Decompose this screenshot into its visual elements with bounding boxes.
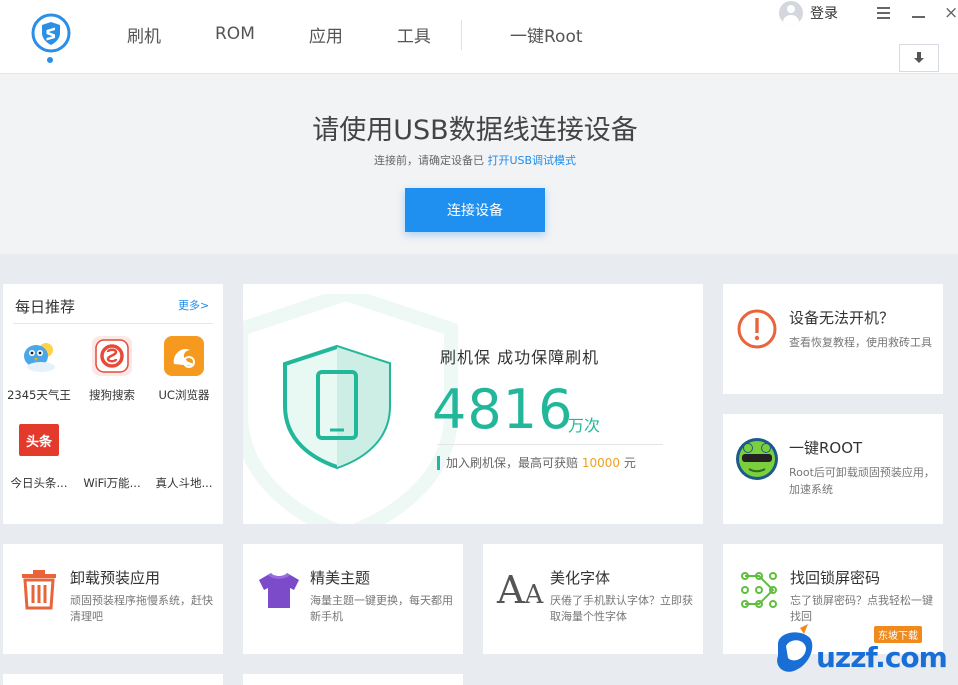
connect-device-button[interactable]: 连接设备 xyxy=(405,188,545,232)
uninstall-preinstalled-card[interactable]: 卸载预装应用 顽固预装程序拖慢系统，赶快清理吧 xyxy=(3,544,223,654)
hero-sub-prefix: 加入刷机保，最高可获赔 xyxy=(446,456,582,470)
download-icon[interactable] xyxy=(899,44,939,72)
app-label: WiFi万能... xyxy=(83,476,141,490)
shield-phone-icon xyxy=(283,344,391,470)
divider xyxy=(437,444,663,445)
login-label: 登录 xyxy=(810,6,838,22)
tool-title: 美化字体 xyxy=(550,569,611,587)
tool-desc: 顽固预装程序拖慢系统，赶快清理吧 xyxy=(70,594,213,623)
exclamation-icon xyxy=(737,309,777,349)
tab-tools[interactable]: 工具 xyxy=(370,22,458,47)
side-card-title: 设备无法开机？ xyxy=(789,309,895,327)
app-item[interactable]: 搜狗搜索 xyxy=(76,336,148,403)
tool-desc: 海量主题一键更换，每天都用新手机 xyxy=(310,594,453,623)
top-bar: 刷机 ROM 应用 工具 一键Root 登录 × xyxy=(0,0,958,74)
uc-squirrel-icon xyxy=(164,336,204,376)
watermark-logo-icon xyxy=(777,624,813,672)
app-label: 真人斗地... xyxy=(155,476,213,490)
banner-hint: 连接前，请确定设备已 打开USB调试模式 xyxy=(0,152,950,168)
banner-hint-text: 连接前，请确定设备已 xyxy=(373,154,484,167)
side-card-desc: 查看恢复教程，使用救砖工具 xyxy=(789,336,932,349)
active-indicator xyxy=(47,57,53,63)
font-icon: AA xyxy=(497,568,544,612)
font-glyph-large: A xyxy=(497,568,525,612)
app-item[interactable]: UC浏览器 xyxy=(148,336,220,403)
nav-divider xyxy=(461,20,462,50)
toutiao-icon: 头条 xyxy=(19,424,59,456)
card-partial xyxy=(243,674,463,685)
app-label: 2345天气王 xyxy=(7,388,71,402)
daily-title: 每日推荐 xyxy=(15,298,76,316)
main-nav: 刷机 ROM 应用 工具 xyxy=(100,0,458,68)
pattern-lock-icon xyxy=(741,572,777,608)
cannot-boot-card[interactable]: 设备无法开机？ 查看恢复教程，使用救砖工具 xyxy=(723,284,943,394)
hero-title: 刷机保 成功保障刷机 xyxy=(440,348,600,367)
usb-debug-link[interactable]: 打开USB调试模式 xyxy=(487,154,576,167)
hero-sub-suffix: 元 xyxy=(620,456,636,470)
trash-icon xyxy=(22,570,56,610)
menu-icon[interactable] xyxy=(875,4,893,22)
daily-recommend-panel: 每日推荐 更多> 2345天气王 搜狗搜索 UC浏览器 头条 今日头条... W… xyxy=(3,284,223,524)
tab-apps[interactable]: 应用 xyxy=(282,22,370,47)
card-game-icon xyxy=(164,424,204,464)
site-watermark: 东坡下载 uzzf.com xyxy=(770,620,958,685)
avatar-icon xyxy=(779,1,803,25)
app-item[interactable]: WiFi万能... xyxy=(76,424,148,491)
app-label: 今日头条... xyxy=(10,476,68,490)
banner-title: 请使用USB数据线连接设备 xyxy=(312,115,638,146)
root-frog-icon xyxy=(736,438,778,480)
side-card-title: 一键ROOT xyxy=(789,439,863,457)
login-button[interactable]: 登录 xyxy=(779,1,838,25)
card-partial xyxy=(3,674,223,685)
tab-one-click-root[interactable]: 一键Root xyxy=(510,22,583,47)
tool-title: 精美主题 xyxy=(310,569,371,587)
flash-insurance-card[interactable]: 刷机保 成功保障刷机 4816 万次 加入刷机保，最高可获赔 10000 元 xyxy=(243,284,703,524)
tool-desc: 厌倦了手机默认字体？立即获取海量个性字体 xyxy=(550,594,693,623)
wifi-icon xyxy=(92,424,132,464)
minimize-icon[interactable] xyxy=(912,4,930,22)
tool-title: 卸载预装应用 xyxy=(70,569,161,587)
one-click-root-card[interactable]: 一键ROOT Root后可卸载顽固预装应用，加速系统 xyxy=(723,414,943,524)
app-item[interactable]: 头条 今日头条... xyxy=(3,424,75,491)
tool-title: 找回锁屏密码 xyxy=(790,569,881,587)
tab-flash[interactable]: 刷机 xyxy=(100,22,188,47)
shield-logo-icon[interactable] xyxy=(31,13,71,53)
fonts-card[interactable]: AA 美化字体 厌倦了手机默认字体？立即获取海量个性字体 xyxy=(483,544,703,654)
hero-sub-amount: 10000 xyxy=(581,456,621,470)
tshirt-icon xyxy=(259,573,299,608)
more-link[interactable]: 更多> xyxy=(178,297,209,313)
app-item[interactable]: 真人斗地... xyxy=(148,424,220,491)
themes-card[interactable]: 精美主题 海量主题一键更换，每天都用新手机 xyxy=(243,544,463,654)
close-icon[interactable]: × xyxy=(944,4,958,22)
app-label: UC浏览器 xyxy=(158,388,210,402)
weather-bird-icon xyxy=(19,336,59,376)
divider xyxy=(13,323,213,324)
app-label: 搜狗搜索 xyxy=(89,388,135,402)
tab-rom[interactable]: ROM xyxy=(188,24,282,44)
side-card-desc: Root后可卸载顽固预装应用，加速系统 xyxy=(789,466,935,496)
hero-subtitle: 加入刷机保，最高可获赔 10000 元 xyxy=(437,456,636,470)
connect-banner: 请使用USB数据线连接设备 连接前，请确定设备已 打开USB调试模式 连接设备 xyxy=(0,74,958,254)
watermark-text: uzzf.com xyxy=(816,641,948,674)
font-glyph-small: A xyxy=(524,580,544,610)
app-item[interactable]: 2345天气王 xyxy=(3,336,75,403)
hero-count: 4816 xyxy=(432,378,574,441)
sogou-icon xyxy=(92,336,132,376)
hero-unit: 万次 xyxy=(568,416,601,435)
